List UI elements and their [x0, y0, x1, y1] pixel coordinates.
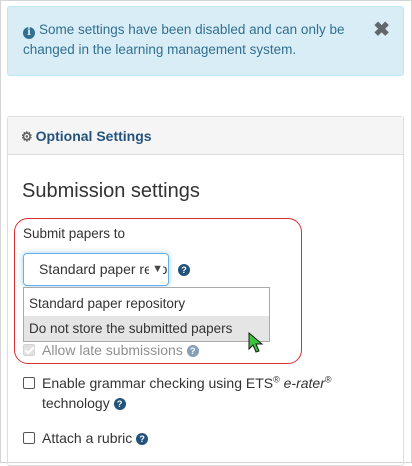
section-title: Submission settings — [22, 180, 200, 202]
grammar-label-prefix: Enable grammar checking using ETS — [42, 375, 274, 391]
late-submissions-option: Allow late submissions ? — [23, 340, 199, 360]
gear-icon: ⚙ — [21, 129, 33, 144]
rubric-label: Attach a rubric — [42, 430, 133, 446]
rubric-checkbox[interactable] — [23, 432, 35, 444]
mouse-pointer-icon — [248, 332, 264, 353]
dropdown-option-standard[interactable]: Standard paper repository — [24, 291, 269, 316]
late-submissions-label: Allow late submissions — [42, 342, 183, 358]
grammar-option[interactable]: Enable grammar checking using ETS® e-rat… — [23, 373, 383, 413]
grammar-label-product: e-rater — [283, 375, 325, 391]
submit-papers-label: Submit papers to — [23, 226, 126, 241]
close-icon[interactable]: ✖ — [373, 20, 390, 40]
question-circle-icon[interactable]: ? — [178, 264, 190, 276]
alert-message: Some settings have been disabled and can… — [23, 22, 345, 57]
chevron-down-icon: ▼ — [149, 254, 163, 285]
panel-heading-label[interactable]: Optional Settings — [36, 128, 152, 144]
grammar-label-suffix: technology — [42, 395, 110, 411]
late-submissions-checkbox — [23, 344, 35, 356]
info-alert: i Some settings have been disabled and ca… — [7, 6, 404, 76]
info-circle-icon: i — [23, 27, 35, 39]
submit-papers-dropdown: Standard paper repository Do not store t… — [23, 287, 270, 342]
grammar-checkbox[interactable] — [23, 377, 35, 389]
registered-mark: ® — [324, 374, 332, 385]
question-circle-icon[interactable]: ? — [136, 433, 149, 446]
dropdown-option-do-not-store[interactable]: Do not store the submitted papers — [24, 316, 269, 341]
registered-mark: ® — [273, 374, 280, 385]
rubric-option[interactable]: Attach a rubric ? — [23, 428, 149, 448]
optional-settings-heading[interactable]: ⚙ Optional Settings — [8, 117, 403, 155]
question-circle-icon[interactable]: ? — [113, 398, 126, 411]
submit-papers-select[interactable]: Standard paper repository ▼ — [23, 253, 169, 286]
question-circle-icon[interactable]: ? — [186, 345, 199, 358]
